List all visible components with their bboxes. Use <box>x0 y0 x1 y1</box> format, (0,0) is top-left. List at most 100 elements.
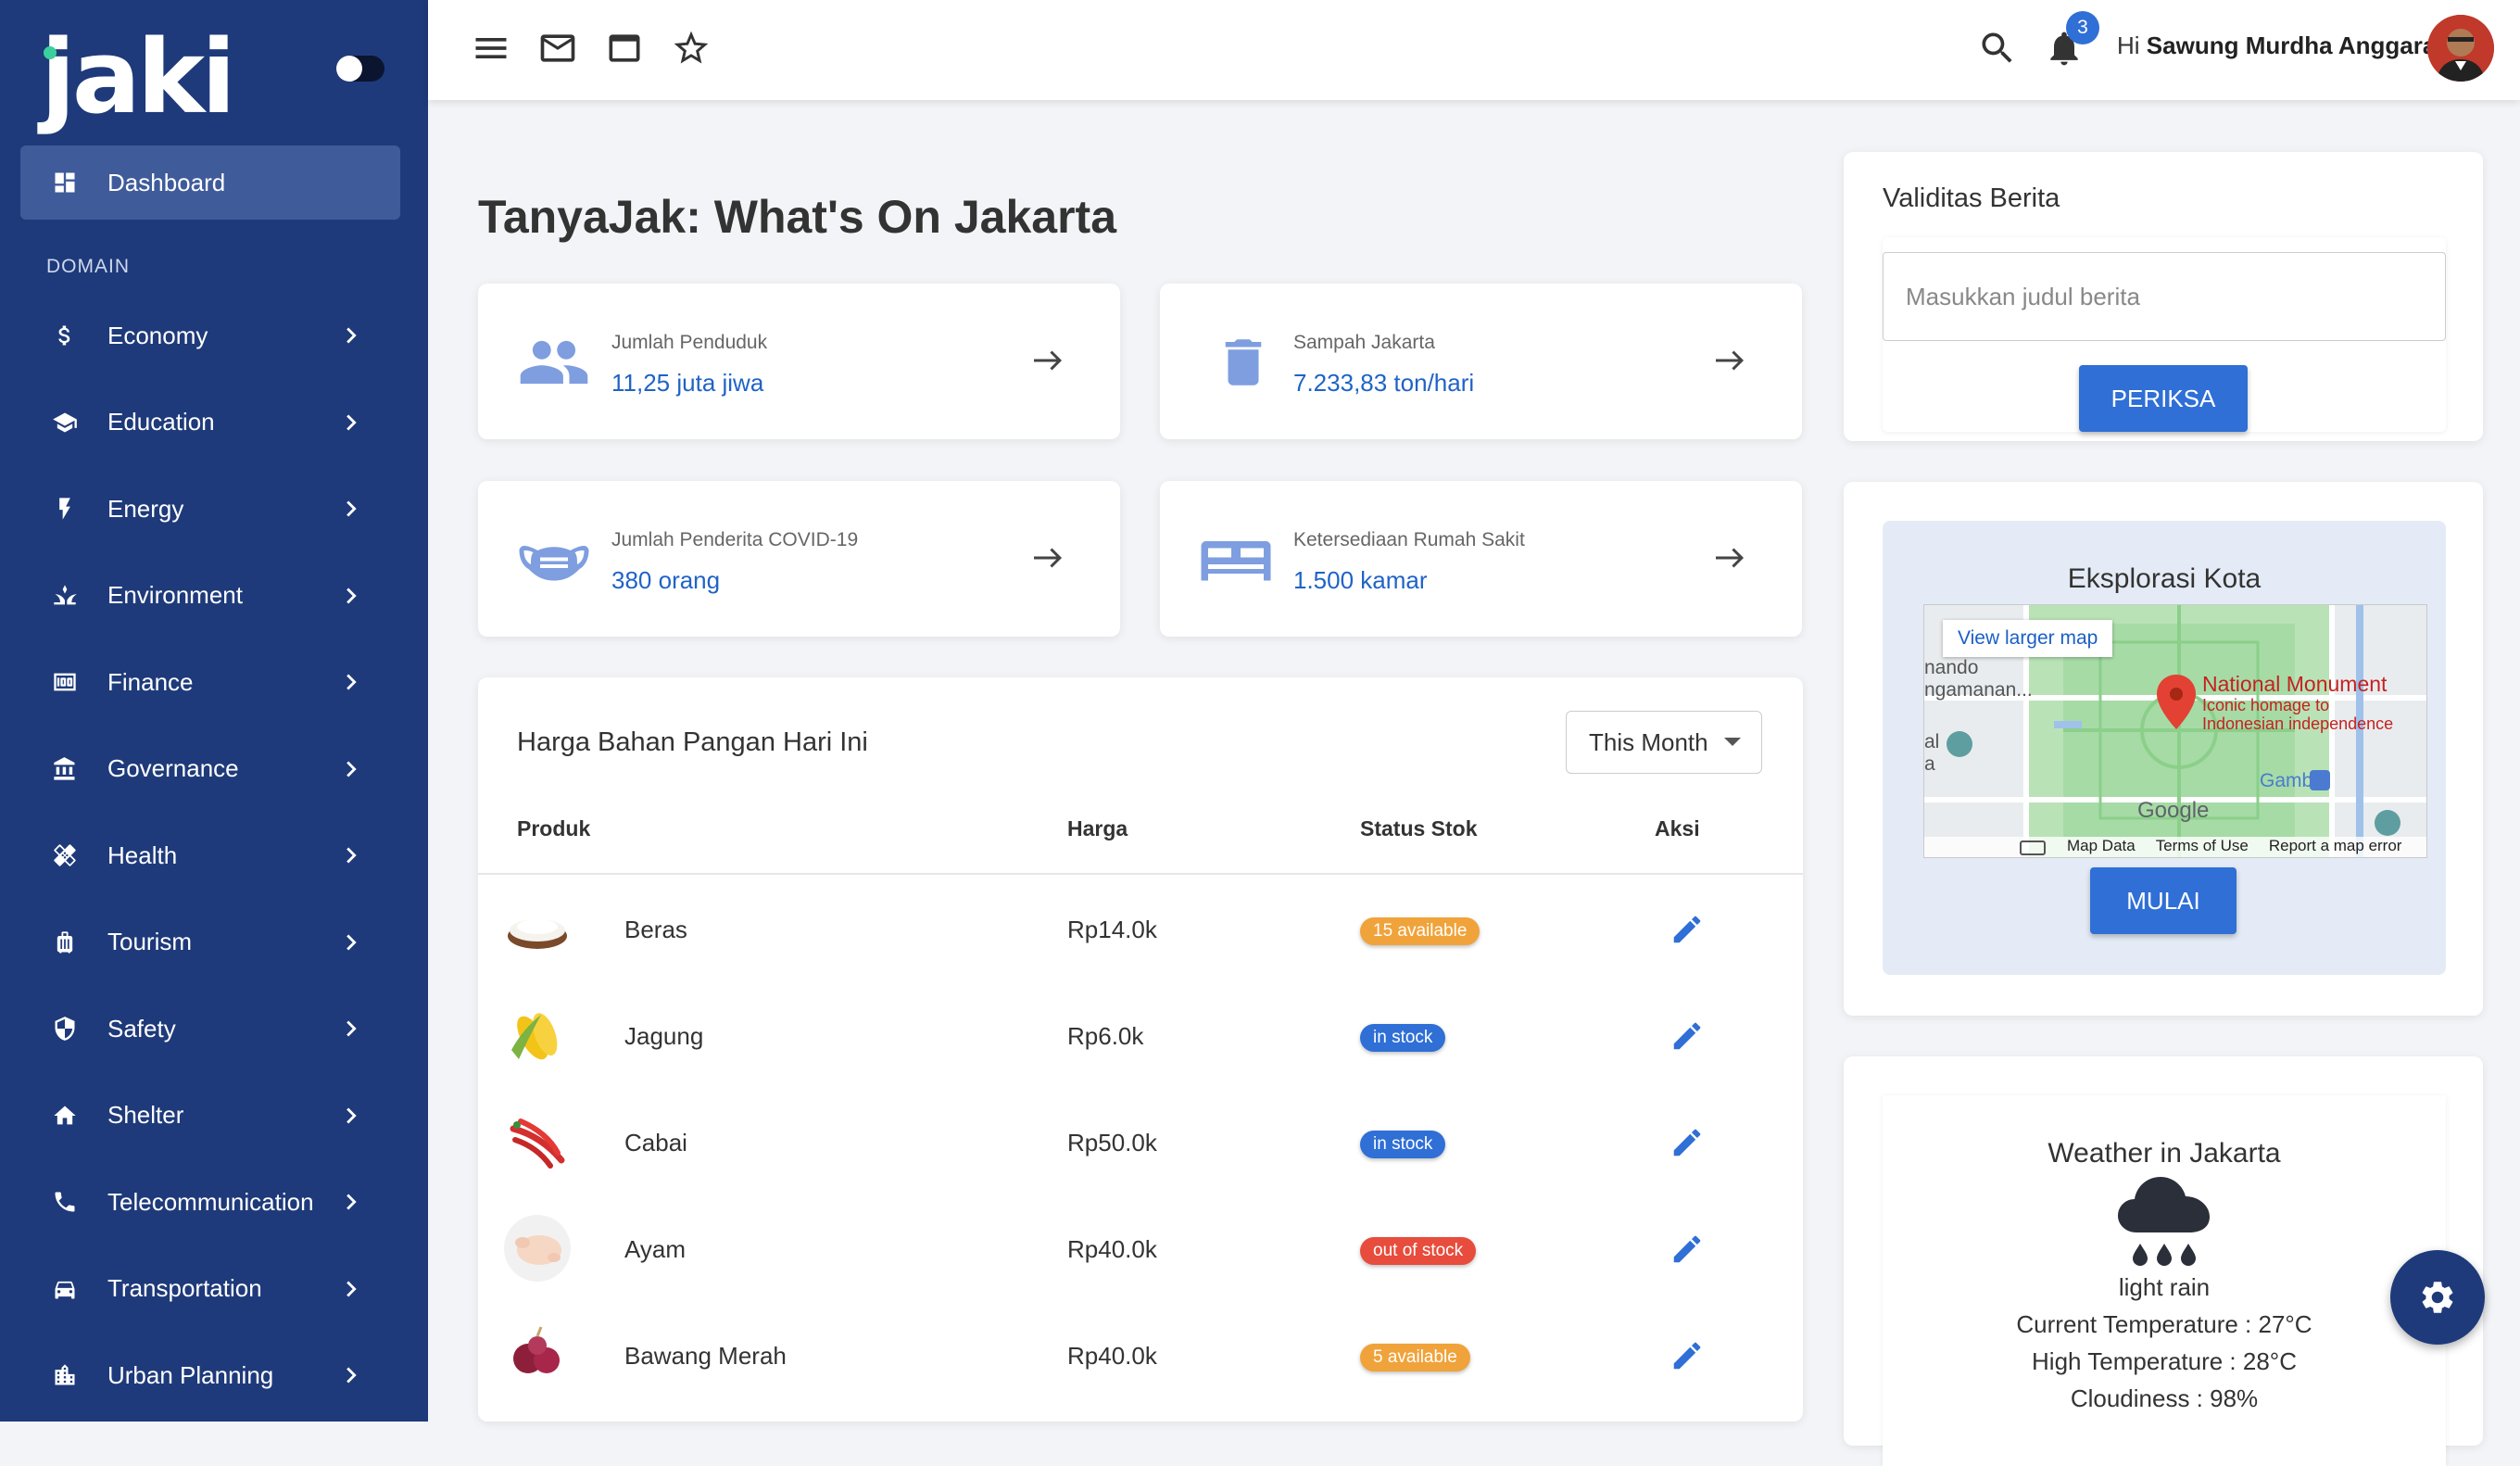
chevron-right-icon <box>346 761 357 777</box>
sidebar-item-education[interactable]: Education <box>20 390 400 455</box>
car-icon <box>48 1272 82 1306</box>
stat-value: 7.233,83 ton/hari <box>1293 369 1475 397</box>
sidebar: jaki Dashboard DOMAIN Economy Education En… <box>0 0 428 1422</box>
product-name: Bawang Merah <box>624 1342 787 1370</box>
sidebar-item-label: Shelter <box>107 1101 184 1129</box>
sidebar-item-economy[interactable]: Economy <box>20 303 400 368</box>
arrow-right-icon[interactable] <box>1713 347 1746 374</box>
bed-icon <box>1201 541 1271 581</box>
sidebar-item-safety[interactable]: Safety <box>20 996 400 1061</box>
lightning-icon <box>48 492 82 525</box>
sidebar-item-label: Safety <box>107 1014 176 1043</box>
weather-panel: Weather in Jakarta light rain Current Te… <box>1883 1095 2446 1466</box>
column-header-produk[interactable]: Produk <box>517 816 590 841</box>
map-left-label: al <box>1924 731 1940 752</box>
sidebar-item-dashboard[interactable]: Dashboard <box>20 145 400 220</box>
sidebar-item-shelter[interactable]: Shelter <box>20 1083 400 1148</box>
sidebar-item-governance[interactable]: Governance <box>20 737 400 802</box>
arrow-right-icon[interactable] <box>1031 544 1065 572</box>
stat-card-rumah-sakit[interactable]: Ketersediaan Rumah Sakit 1.500 kamar <box>1160 481 1802 637</box>
city-map[interactable]: View larger map National Monument Iconic… <box>1923 604 2427 858</box>
map-place-name[interactable]: National Monument <box>2202 672 2387 697</box>
validitas-form: Masukkan judul berita PERIKSA <box>1883 237 2446 432</box>
periksa-button[interactable]: PERIKSA <box>2079 365 2248 432</box>
stock-status-badge: out of stock <box>1360 1237 1477 1265</box>
search-icon[interactable] <box>1977 28 2018 69</box>
food-price-title: Harga Bahan Pangan Hari Ini <box>517 727 868 757</box>
edit-icon[interactable] <box>1670 1018 1705 1054</box>
google-logo: Google <box>2137 798 2210 823</box>
arrow-right-icon[interactable] <box>1713 544 1746 572</box>
product-price: Rp50.0k <box>1067 1129 1157 1156</box>
chevron-right-icon <box>346 327 357 344</box>
report-map-error-link[interactable]: Report a map error <box>2269 837 2402 855</box>
stat-label: Jumlah Penduduk <box>611 332 768 353</box>
healing-icon <box>48 839 82 872</box>
stat-card-sampah[interactable]: Sampah Jakarta 7.233,83 ton/hari <box>1160 284 1802 439</box>
food-price-card: Harga Bahan Pangan Hari Ini This Month P… <box>478 677 1803 1422</box>
sidebar-item-finance[interactable]: Finance <box>20 650 400 714</box>
product-name: Ayam <box>624 1235 686 1263</box>
table-row: Cabai Rp50.0k in stock <box>478 1088 1803 1195</box>
sidebar-item-transportation[interactable]: Transportation <box>20 1257 400 1321</box>
sidebar-item-label: Education <box>107 408 215 436</box>
view-larger-map-link[interactable]: View larger map <box>1943 620 2113 657</box>
stock-status-badge: 5 available <box>1360 1344 1470 1371</box>
menu-icon[interactable] <box>471 28 511 69</box>
map-station-label[interactable]: Gambir <box>2260 770 2324 792</box>
star-icon[interactable] <box>671 28 712 69</box>
column-header-harga[interactable]: Harga <box>1067 816 1128 841</box>
column-header-aksi[interactable]: Aksi <box>1655 816 1700 841</box>
stat-card-penduduk[interactable]: Jumlah Penduduk 11,25 juta jiwa <box>478 284 1120 439</box>
sidebar-item-telecommunication[interactable]: Telecommunication <box>20 1169 400 1234</box>
chevron-right-icon <box>346 674 357 690</box>
sidebar-item-health[interactable]: Health <box>20 823 400 888</box>
arrow-right-icon[interactable] <box>1031 347 1065 374</box>
current-temperature: Current Temperature : 27°C <box>2016 1310 2312 1338</box>
product-name: Beras <box>624 916 687 943</box>
user-greeting[interactable]: Hi Sawung Murdha Anggara <box>2117 32 2436 60</box>
stat-card-covid[interactable]: Jumlah Penderita COVID-19 380 orang <box>478 481 1120 637</box>
map-left-label: nando <box>1924 657 1979 678</box>
settings-fab[interactable] <box>2390 1250 2485 1345</box>
period-select-value: This Month <box>1589 727 1708 756</box>
sidebar-item-label: Dashboard <box>107 168 226 196</box>
edit-icon[interactable] <box>1670 912 1705 947</box>
map-data-link[interactable]: Map Data <box>2067 837 2136 855</box>
sidebar-item-urban-planning[interactable]: Urban Planning <box>20 1343 400 1408</box>
sidebar-item-environment[interactable]: Environment <box>20 563 400 628</box>
shield-icon <box>48 1012 82 1045</box>
edit-icon[interactable] <box>1670 1125 1705 1160</box>
people-icon <box>520 340 588 385</box>
chevron-right-icon <box>346 1281 357 1296</box>
jaki-logo[interactable]: jaki <box>41 26 236 128</box>
sidebar-item-energy[interactable]: Energy <box>20 476 400 541</box>
cloudiness: Cloudiness : 98% <box>2070 1384 2259 1412</box>
mulai-button[interactable]: MULAI <box>2090 867 2236 934</box>
chevron-right-icon <box>346 1367 357 1384</box>
product-image <box>504 1215 571 1282</box>
chevron-right-icon <box>346 500 357 517</box>
mail-icon[interactable] <box>537 28 578 69</box>
edit-icon[interactable] <box>1670 1232 1705 1267</box>
stat-label: Ketersediaan Rumah Sakit <box>1293 529 1525 550</box>
map-left-label: a <box>1924 753 1935 775</box>
product-price: Rp14.0k <box>1067 916 1157 943</box>
window-icon[interactable] <box>604 28 645 69</box>
column-header-status[interactable]: Status Stok <box>1360 816 1478 841</box>
period-select[interactable]: This Month <box>1566 711 1762 774</box>
table-row: Bawang Merah Rp40.0k 5 available <box>478 1301 1803 1409</box>
theme-toggle-knob[interactable] <box>336 56 362 82</box>
logo-dot <box>44 46 57 59</box>
terms-link[interactable]: Terms of Use <box>2156 837 2249 855</box>
luggage-icon <box>48 926 82 959</box>
notification-badge: 3 <box>2066 11 2099 44</box>
mask-icon <box>519 546 589 581</box>
sidebar-item-label: Finance <box>107 667 194 696</box>
user-avatar[interactable] <box>2427 15 2494 82</box>
sidebar-item-label: Telecommunication <box>107 1187 314 1216</box>
edit-icon[interactable] <box>1670 1338 1705 1373</box>
sidebar-item-tourism[interactable]: Tourism <box>20 910 400 975</box>
news-title-input[interactable]: Masukkan judul berita <box>1883 252 2446 341</box>
stock-status-badge: 15 available <box>1360 917 1480 945</box>
